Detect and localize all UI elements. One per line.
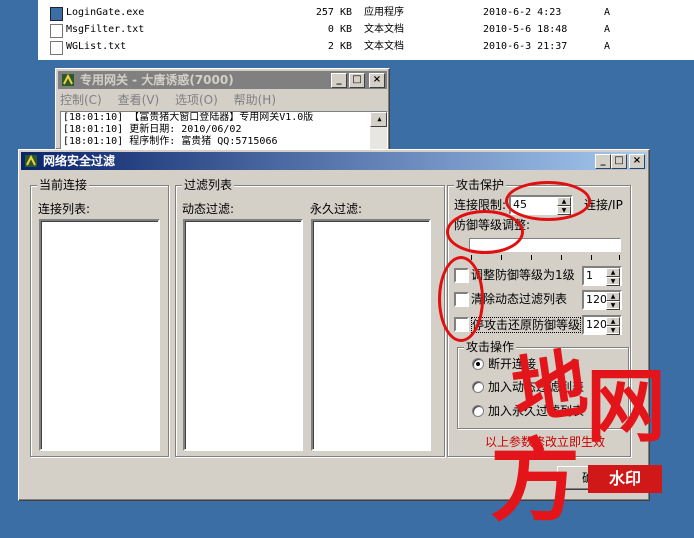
watermark-badge: 水印 — [588, 465, 662, 493]
spin-up-icon[interactable]: ▲ — [606, 317, 620, 326]
spin-down-icon[interactable]: ▼ — [606, 301, 620, 310]
file-size: 257 KB — [315, 7, 352, 18]
exe-icon — [50, 7, 63, 21]
maximize-icon: □ — [352, 74, 362, 85]
maximize-icon: □ — [614, 155, 624, 166]
file-row[interactable]: LoginGate.exe 257 KB 应用程序 2010-6-2 4:23 … — [38, 5, 694, 21]
close-icon: × — [632, 155, 642, 166]
restore-defense-stepper[interactable]: 120 ▲ ▼ — [582, 315, 622, 335]
adjust-defense-stepper[interactable]: 1 ▲ ▼ — [582, 266, 622, 286]
close-button[interactable]: × — [629, 154, 645, 169]
close-button[interactable]: × — [369, 73, 385, 88]
minimize-icon: _ — [600, 155, 606, 166]
file-date: 2010-6-2 4:23 — [483, 7, 562, 18]
main-title: 网络安全过滤 — [43, 154, 116, 168]
group-label: 当前连接 — [37, 178, 90, 192]
adjust-defense-label: 调整防御等级为1级 — [471, 268, 575, 282]
menu-control[interactable]: 控制(C) — [60, 93, 102, 107]
slider-tick — [531, 255, 532, 260]
slider-tick — [561, 255, 562, 260]
minimize-icon: _ — [336, 74, 342, 85]
file-name: LoginGate.exe — [66, 7, 145, 18]
file-type: 文本文档 — [364, 41, 404, 52]
gateway-title: 专用网关 - 大唐诱惑(7000) — [80, 73, 234, 87]
group-label: 过滤列表 — [182, 178, 235, 192]
menu-bar: 控制(C) 查看(V) 选项(O) 帮助(H) — [60, 91, 288, 109]
file-date: 2010-6-3 21:37 — [483, 41, 568, 52]
spin-down-icon[interactable]: ▼ — [606, 326, 620, 335]
annotation-circle — [446, 210, 524, 254]
file-row[interactable]: WGList.txt 2 KB 文本文档 2010-6-3 21:37 A — [38, 39, 694, 55]
menu-options[interactable]: 选项(O) — [175, 93, 218, 107]
log-scrollbar[interactable]: ▲ — [370, 112, 387, 154]
disconnect-radio[interactable] — [472, 358, 484, 370]
dynamic-filter-label: 动态过滤: — [182, 202, 235, 216]
gateway-window: 专用网关 - 大唐诱惑(7000) _ □ × 控制(C) 查看(V) 选项(O… — [55, 68, 390, 155]
file-attr: A — [604, 7, 611, 18]
dynamic-filter-list[interactable] — [183, 219, 303, 451]
app-icon — [62, 73, 74, 86]
group-label: 攻击保护 — [454, 178, 507, 192]
minimize-button[interactable]: _ — [595, 154, 611, 169]
file-date: 2010-5-6 18:48 — [483, 24, 568, 35]
permanent-filter-label: 永久过滤: — [310, 202, 363, 216]
text-file-icon — [50, 41, 63, 55]
file-row[interactable]: MsgFilter.txt 0 KB 文本文档 2010-5-6 18:48 A — [38, 22, 694, 38]
file-size: 2 KB — [327, 41, 352, 52]
annotation-circle — [505, 181, 591, 221]
minimize-button[interactable]: _ — [331, 73, 347, 88]
scroll-up-icon[interactable]: ▲ — [370, 112, 387, 127]
stepper-value: 120 — [586, 293, 607, 306]
file-size: 0 KB — [327, 24, 352, 35]
text-file-icon — [50, 24, 63, 38]
stepper-value: 120 — [586, 318, 607, 331]
log-line: [18:01:10] 程序制作: 富贵猪 QQ:5715066 — [63, 136, 278, 147]
log-line: [18:01:10] 【富贵猪大窗口登陆器】专用网关V1.0版 — [63, 112, 314, 123]
clear-dynamic-stepper[interactable]: 120 ▲ ▼ — [582, 290, 622, 310]
watermark-char: 网 — [586, 359, 666, 453]
maximize-button[interactable]: □ — [611, 154, 627, 169]
connection-list[interactable] — [39, 219, 160, 451]
file-type: 文本文档 — [364, 24, 404, 35]
menu-view[interactable]: 查看(V) — [118, 93, 160, 107]
clear-dynamic-label: 清除动态过滤列表 — [471, 292, 568, 306]
stepper-value: 1 — [586, 269, 593, 282]
slider-tick — [591, 255, 592, 260]
connection-list-label: 连接列表: — [38, 202, 91, 216]
app-icon — [25, 154, 37, 167]
maximize-button[interactable]: □ — [349, 73, 365, 88]
menu-help[interactable]: 帮助(H) — [234, 93, 276, 107]
spin-down-icon[interactable]: ▼ — [606, 277, 620, 286]
slider-tick — [471, 255, 472, 260]
spin-up-icon[interactable]: ▲ — [606, 268, 620, 277]
file-attr: A — [604, 24, 611, 35]
file-name: WGList.txt — [66, 41, 127, 52]
add-dynamic-radio[interactable] — [472, 381, 484, 393]
slider-tick — [619, 255, 620, 260]
watermark-char: 方 — [490, 428, 580, 534]
file-type: 应用程序 — [364, 7, 404, 18]
permanent-filter-list[interactable] — [311, 219, 431, 451]
file-name: MsgFilter.txt — [66, 24, 145, 35]
main-title-bar[interactable]: 网络安全过滤 _ □ × — [21, 152, 647, 170]
file-attr: A — [604, 41, 611, 52]
file-list: LoginGate.exe 257 KB 应用程序 2010-6-2 4:23 … — [38, 0, 694, 60]
slider-tick — [501, 255, 502, 260]
close-icon: × — [372, 74, 382, 85]
gateway-title-bar[interactable]: 专用网关 - 大唐诱惑(7000) _ □ × — [58, 71, 387, 89]
add-permanent-radio[interactable] — [472, 405, 484, 417]
annotation-circle — [438, 256, 484, 342]
spin-up-icon[interactable]: ▲ — [606, 292, 620, 301]
log-line: [18:01:10] 更新日期: 2010/06/02 — [63, 124, 242, 135]
